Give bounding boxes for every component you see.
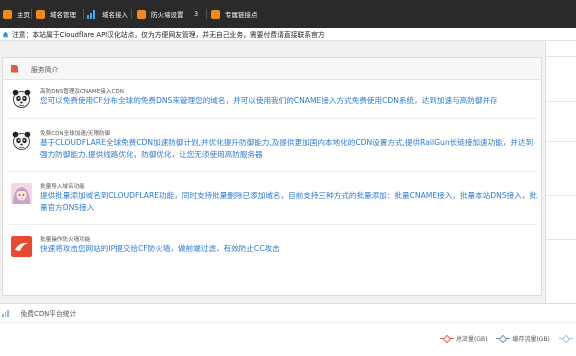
nav-divider bbox=[206, 9, 207, 19]
nav-domain-access-label: 域名接入 bbox=[102, 11, 128, 19]
divider bbox=[7, 224, 537, 225]
stats-title: 免费CDN平台统计 bbox=[20, 310, 77, 318]
diamond-marker-icon bbox=[496, 335, 511, 342]
panda-avatar-icon bbox=[11, 130, 32, 151]
legend-item-more[interactable] bbox=[558, 335, 575, 342]
firewall-logo-icon bbox=[11, 236, 32, 257]
firewall-icon bbox=[137, 9, 146, 19]
service-description[interactable]: 您可以免费使用CF分布全球的免费DNS来管理您的域名，并可以使用我们的CNAME… bbox=[40, 95, 540, 107]
nav-domain-manage-label: 域名管理 bbox=[50, 11, 76, 19]
legend-label: 总流量(GB) bbox=[456, 336, 488, 343]
divider bbox=[546, 101, 576, 102]
bar-chart-icon bbox=[2, 309, 9, 317]
legend-label: 缓存流量(GB) bbox=[512, 336, 550, 343]
cdn-stats-panel: 免费CDN平台统计 总流量(GB) 缓存流量(GB) bbox=[0, 303, 576, 356]
service-intro-panel: 服务简介 高防DNS管理及CNAME接入CDN 您可以免费使用CF分布全球的免费… bbox=[2, 57, 542, 296]
nav-home-label: 主页 bbox=[17, 11, 30, 19]
panel-header: 服务简介 bbox=[3, 58, 541, 80]
nav-firewall-label: 防火墙设置 bbox=[151, 11, 184, 19]
divider bbox=[7, 171, 537, 172]
nav-home[interactable]: 主页 bbox=[3, 0, 30, 28]
nav-divider bbox=[83, 9, 84, 19]
right-sidebar bbox=[545, 41, 576, 303]
domain-icon bbox=[36, 9, 45, 19]
service-name: 免费CDN全球加速/无限防御 bbox=[40, 131, 111, 137]
legend-item-cache[interactable]: 缓存流量(GB) bbox=[496, 334, 550, 343]
nav-firewall[interactable]: 防火墙设置 bbox=[137, 0, 184, 28]
home-icon bbox=[3, 9, 12, 19]
service-name: 批量操作防火墙功能 bbox=[40, 237, 91, 243]
legend-item-total[interactable]: 总流量(GB) bbox=[440, 334, 487, 343]
panda-avatar-icon bbox=[11, 88, 32, 109]
divider bbox=[546, 195, 576, 196]
service-description[interactable]: 基于CLOUDFLARE全球免费CDN加速防御计划,并优化提升防御能力,及提供更… bbox=[40, 137, 540, 161]
panel-title: 服务简介 bbox=[31, 65, 59, 74]
diamond-marker-icon bbox=[440, 335, 454, 342]
nav-divider bbox=[31, 9, 32, 19]
service-name: 批量导入域名功能 bbox=[40, 184, 85, 190]
document-icon bbox=[11, 64, 18, 73]
bar-chart-icon bbox=[87, 9, 97, 19]
diamond-marker-icon bbox=[558, 335, 573, 342]
divider bbox=[546, 56, 576, 57]
nav-domain-manage[interactable]: 域名管理 bbox=[36, 0, 76, 28]
notice-text: 注意：本站属于Cloudflare API汉化站点，仅为方便网友管理，并无自己业… bbox=[12, 31, 325, 39]
stats-header: 免费CDN平台统计 bbox=[0, 304, 576, 323]
divider bbox=[546, 141, 576, 142]
top-navbar: 主页 域名管理 域名接入 防火墙设置 3 专属链接点 bbox=[0, 0, 576, 28]
divider bbox=[7, 118, 537, 119]
divider bbox=[546, 239, 576, 240]
nav-badge-count: 3 bbox=[194, 10, 199, 18]
chart-legend: 总流量(GB) 缓存流量(GB) bbox=[440, 334, 575, 343]
nav-divider bbox=[131, 9, 132, 19]
service-description[interactable]: 提供批量添加域名到CLOUDFLARE功能，同时支持批量删除已添加域名，目前支持… bbox=[40, 190, 540, 214]
home-icon bbox=[2, 31, 9, 37]
service-name: 高防DNS管理及CNAME接入CDN bbox=[40, 89, 124, 95]
notice-bar: 注意：本站属于Cloudflare API汉化站点，仅为方便网友管理，并无自己业… bbox=[0, 28, 576, 41]
nav-domain-access[interactable]: 域名接入 bbox=[87, 0, 128, 28]
mail-icon bbox=[211, 9, 220, 19]
anime-avatar-icon bbox=[11, 183, 32, 204]
service-description[interactable]: 快速将攻击您网站的IP提交给CF防火墙，做前端过滤，有效防止CC攻击 bbox=[40, 243, 540, 255]
nav-exclusive-link[interactable]: 专属链接点 bbox=[211, 0, 258, 28]
nav-exclusive-link-label: 专属链接点 bbox=[225, 11, 258, 19]
